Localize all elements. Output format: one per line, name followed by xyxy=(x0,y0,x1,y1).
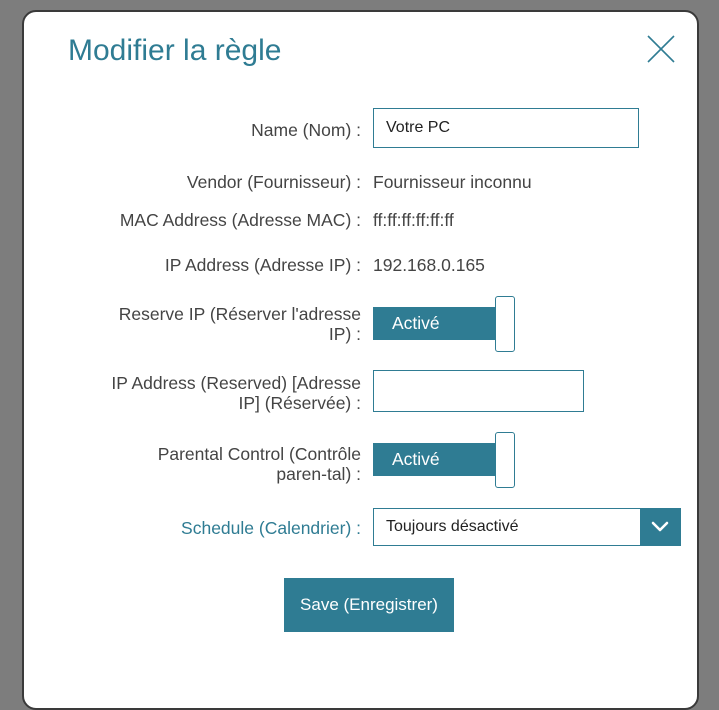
parental-control-toggle-state: Activé xyxy=(373,443,495,476)
close-button[interactable] xyxy=(644,32,678,66)
parental-control-label: Parental Control (Contrôle paren-tal) : xyxy=(157,444,361,484)
chevron-down-icon xyxy=(651,521,669,532)
schedule-selected-value: Toujours désactivé xyxy=(386,518,519,535)
edit-rule-dialog: Modifier la règle Name (Nom) : Vendor (F… xyxy=(22,10,699,710)
vendor-value: Fournisseur inconnu xyxy=(373,172,532,192)
ip-address-value: 192.168.0.165 xyxy=(373,255,485,275)
toggle-knob[interactable] xyxy=(495,296,515,352)
ip-reserved-input[interactable] xyxy=(373,370,584,412)
mac-address-label: MAC Address (Adresse MAC) : xyxy=(119,210,361,230)
mac-address-value: ff:ff:ff:ff:ff:ff xyxy=(373,210,454,230)
name-label: Name (Nom) : xyxy=(251,120,361,140)
save-button[interactable]: Save (Enregistrer) xyxy=(284,578,454,632)
close-icon xyxy=(647,35,675,63)
toggle-knob[interactable] xyxy=(495,432,515,488)
reserve-ip-toggle-state: Activé xyxy=(373,307,495,340)
reserve-ip-toggle[interactable]: Activé xyxy=(373,296,515,352)
schedule-dropdown-button[interactable] xyxy=(640,509,680,545)
name-input[interactable] xyxy=(373,108,639,148)
parental-control-toggle[interactable]: Activé xyxy=(373,432,515,488)
schedule-label: Schedule (Calendrier) : xyxy=(181,518,361,538)
schedule-select[interactable]: Toujours désactivé xyxy=(373,508,681,546)
ip-address-label: IP Address (Adresse IP) : xyxy=(164,255,361,275)
reserve-ip-label: Reserve IP (Réserver l'adresse IP) : xyxy=(118,304,361,344)
ip-reserved-label: IP Address (Reserved) [Adresse IP] (Rése… xyxy=(111,373,361,413)
vendor-label: Vendor (Fournisseur) : xyxy=(186,172,361,192)
dialog-title: Modifier la règle xyxy=(68,34,282,67)
